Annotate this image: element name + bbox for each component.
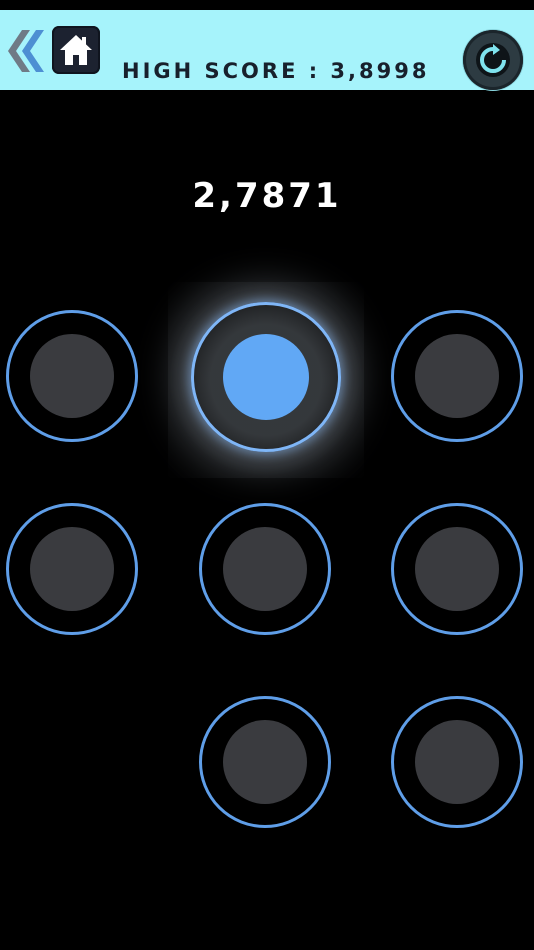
pad-5[interactable] (199, 503, 331, 635)
pad-core (30, 527, 114, 611)
pad-core (415, 720, 499, 804)
pad-core (415, 334, 499, 418)
double-chevron-left-icon (8, 30, 44, 72)
pad-9[interactable] (391, 696, 523, 828)
home-icon (60, 35, 92, 65)
pad-core (223, 527, 307, 611)
status-bar (0, 0, 534, 10)
pad-8[interactable] (199, 696, 331, 828)
pad-core (415, 527, 499, 611)
pad-core (30, 334, 114, 418)
game-screen: HIGH SCORE : 3,8998 2,7871 (0, 0, 534, 950)
current-score: 2,7871 (192, 176, 342, 216)
refresh-button[interactable] (463, 30, 523, 90)
home-button[interactable] (52, 26, 100, 74)
pad-core (223, 720, 307, 804)
back-button[interactable] (4, 26, 54, 76)
high-score-label: HIGH SCORE : 3,8998 (122, 59, 430, 83)
pad-2-active[interactable] (191, 302, 341, 452)
pad-6[interactable] (391, 503, 523, 635)
pad-3[interactable] (391, 310, 523, 442)
pad-core-lit (223, 334, 309, 420)
refresh-icon (476, 43, 510, 77)
pad-1[interactable] (6, 310, 138, 442)
pad-4[interactable] (6, 503, 138, 635)
top-bar: HIGH SCORE : 3,8998 (0, 10, 534, 90)
